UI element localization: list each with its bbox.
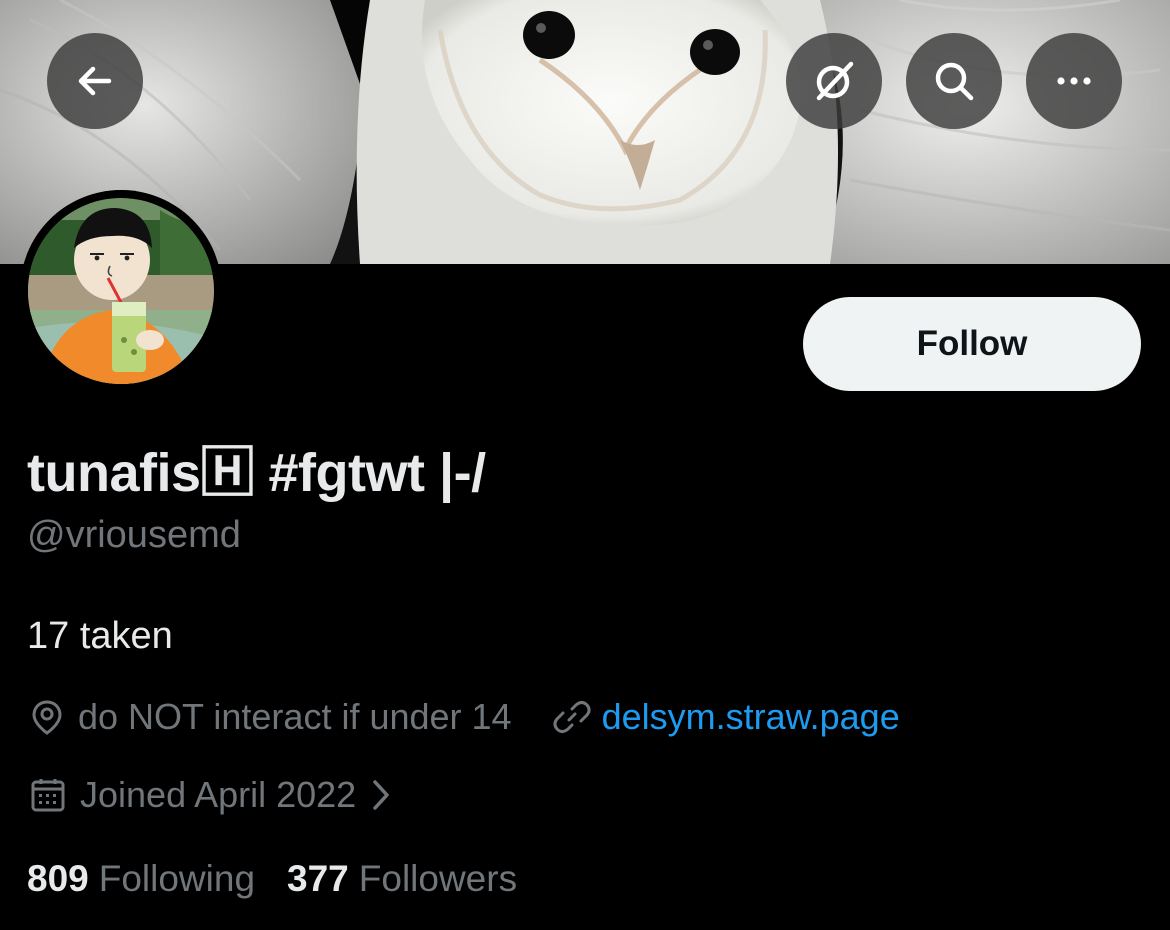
profile-bio: 17 taken <box>27 615 173 657</box>
search-icon <box>935 62 974 101</box>
location-text: do NOT interact if under 14 <box>78 696 512 737</box>
profile-meta-joined[interactable]: Joined April 2022 <box>30 774 392 816</box>
follow-button[interactable]: Follow <box>803 297 1141 391</box>
display-name: tunafis🄷 #fgtwt |-/ <box>27 443 486 503</box>
link-icon <box>553 701 591 733</box>
profile-handle: @vriousemd <box>27 514 241 556</box>
joined-date: Joined April 2022 <box>80 774 357 815</box>
website-link[interactable]: delsym.straw.page <box>602 696 900 738</box>
follow-stats: 809 Following 377 Followers <box>27 858 517 900</box>
profile-meta-location-website: do NOT interact if under 14 delsym.straw… <box>30 696 900 738</box>
location-pin-icon <box>32 700 62 735</box>
following-label: Following <box>98 858 256 899</box>
search-button[interactable] <box>906 33 1002 129</box>
arrow-left-icon <box>78 66 112 96</box>
followers-label: Followers <box>358 858 518 899</box>
more-horizontal-icon <box>1057 77 1091 85</box>
grok-icon <box>816 61 854 101</box>
more-button[interactable] <box>1026 33 1122 129</box>
avatar[interactable] <box>20 190 222 392</box>
grok-button[interactable] <box>786 33 882 129</box>
avatar-image <box>20 190 222 392</box>
back-button[interactable] <box>47 33 143 129</box>
followers-stat[interactable]: 377 Followers <box>287 858 517 900</box>
chevron-right-icon <box>373 780 389 810</box>
following-stat[interactable]: 809 Following <box>27 858 255 900</box>
calendar-icon <box>31 779 65 812</box>
following-count: 809 <box>27 858 89 899</box>
followers-count: 377 <box>287 858 349 899</box>
profile-page: Follow tunafis🄷 #fgtwt |-/ @vriousemd 17… <box>0 0 1170 930</box>
